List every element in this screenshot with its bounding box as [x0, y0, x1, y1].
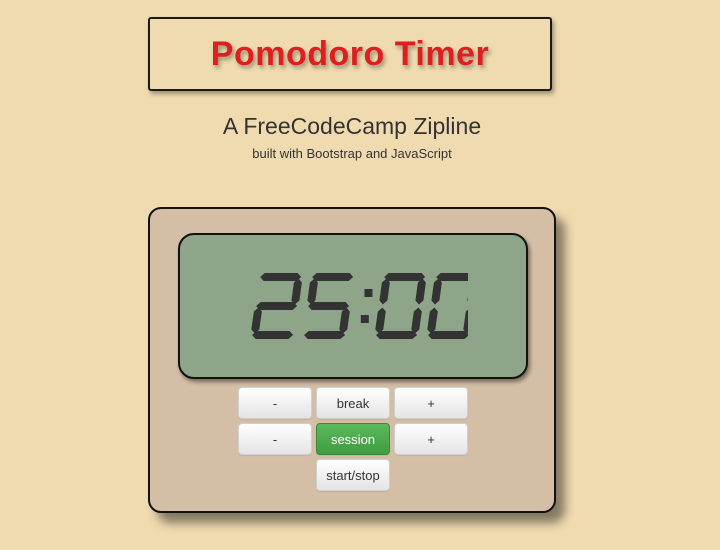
lcd-digit: [251, 273, 302, 339]
start-stop-button[interactable]: start/stop: [316, 459, 390, 491]
page-subtitle: A FreeCodeCamp Zipline: [222, 113, 482, 139]
page-title: Pomodoro Timer: [210, 34, 490, 73]
lcd-segment: [415, 278, 426, 305]
lcd-segment: [304, 331, 346, 339]
session-decrease-button[interactable]: -: [238, 423, 312, 455]
lcd-segment: [312, 273, 354, 281]
lcd-segment: [307, 278, 318, 305]
lcd-segment: [376, 331, 418, 339]
lcd-segment: [467, 296, 468, 302]
lcd-segment: [339, 307, 350, 334]
break-increase-button[interactable]: +: [394, 387, 468, 419]
lcd-segment: [428, 331, 468, 339]
break-decrease-button[interactable]: -: [238, 387, 312, 419]
lcd-segment: [463, 309, 468, 334]
lcd-segment: [427, 307, 438, 334]
timer-device: - break + - session + start/stop: [148, 207, 556, 513]
lcd-segment: [260, 273, 302, 281]
lcd-segment: [411, 307, 422, 334]
lcd-segment: [308, 302, 350, 310]
lcd-digit: [375, 273, 426, 339]
lcd-digit: [304, 273, 354, 339]
lcd-segment: [384, 273, 426, 281]
lcd-digit: [427, 273, 468, 339]
lcd-segment: [251, 307, 262, 334]
lcd-segment: [431, 278, 442, 305]
lcd-segment: [375, 307, 386, 334]
break-button[interactable]: break: [316, 387, 390, 419]
lcd-segment: [256, 302, 298, 310]
timer-display: [251, 273, 468, 339]
session-increase-button[interactable]: +: [394, 423, 468, 455]
page-tagline: built with Bootstrap and JavaScript: [252, 146, 452, 161]
timer-screen: [178, 233, 528, 379]
session-button[interactable]: session: [316, 423, 390, 455]
lcd-segment: [436, 273, 468, 281]
title-box: Pomodoro Timer: [148, 17, 552, 91]
lcd-segment: [379, 278, 390, 305]
lcd-segment: [252, 331, 294, 339]
lcd-colon-dot: [364, 289, 373, 297]
lcd-segment: [291, 278, 302, 305]
lcd-colon-dot: [360, 315, 369, 323]
